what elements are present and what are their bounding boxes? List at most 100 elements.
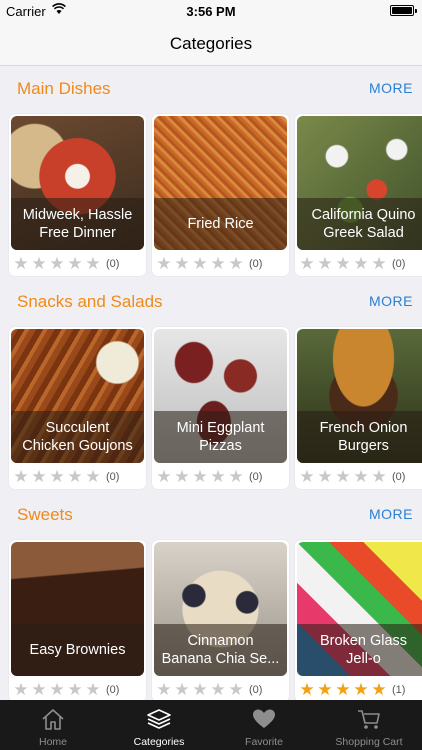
recipe-title: Easy Brownies	[11, 624, 144, 676]
section-header: Snacks and Salads MORE	[0, 279, 422, 323]
recipe-title: Midweek, Hassle Free Dinner	[11, 198, 144, 250]
star-rating: ★ ★ ★ ★ ★ (0)	[298, 254, 406, 273]
star-icon: ★	[371, 467, 387, 486]
cart-icon	[358, 710, 380, 729]
section-sweets: Sweets MORE Easy Brownies ★ ★ ★ ★ ★ (0) Cinn…	[0, 492, 422, 700]
star-icon: ★	[299, 680, 315, 699]
tab-categories[interactable]: Categories	[106, 700, 212, 750]
section-title: Sweets	[17, 505, 73, 524]
card-row: Midweek, Hassle Free Dinner ★ ★ ★ ★ ★ (0) Fr…	[9, 114, 422, 278]
star-icon: ★	[31, 254, 47, 273]
recipe-title: California Quino Greek Salad	[297, 198, 422, 250]
battery-icon	[390, 5, 417, 16]
more-button[interactable]: MORE	[369, 506, 413, 522]
recipe-image: Easy Brownies	[11, 542, 144, 676]
star-icon: ★	[13, 680, 29, 699]
recipe-card[interactable]: Easy Brownies ★ ★ ★ ★ ★ (0)	[9, 540, 146, 700]
star-icon: ★	[67, 467, 83, 486]
section-title: Snacks and Salads	[17, 292, 163, 311]
tab-home[interactable]: Home	[0, 700, 106, 750]
tab-label: Categories	[133, 736, 185, 748]
star-icon: ★	[371, 254, 387, 273]
star-icon: ★	[156, 680, 172, 699]
star-icon: ★	[299, 467, 315, 486]
star-icon: ★	[210, 467, 226, 486]
star-rating: ★ ★ ★ ★ ★ (0)	[298, 467, 406, 486]
rating-count: (0)	[392, 471, 406, 483]
layers-icon	[147, 709, 171, 729]
star-icon: ★	[228, 680, 244, 699]
section-header: Main Dishes MORE	[0, 66, 422, 110]
star-icon: ★	[371, 680, 387, 699]
star-icon: ★	[317, 254, 333, 273]
recipe-title: Broken Glass Jell-o	[297, 624, 422, 676]
clock: 3:56 PM	[186, 4, 236, 19]
tab-favorite[interactable]: Favorite	[211, 700, 317, 750]
recipe-image: Midweek, Hassle Free Dinner	[11, 116, 144, 250]
star-icon: ★	[13, 467, 29, 486]
rating-count: (0)	[106, 258, 120, 270]
star-icon: ★	[335, 254, 351, 273]
recipe-title: French Onion Burgers	[297, 411, 422, 463]
rating-count: (0)	[249, 258, 263, 270]
status-bar: Carrier 3:56 PM	[0, 0, 422, 22]
section-snacks-and-salads: Snacks and Salads MORE Succulent Chicken…	[0, 279, 422, 489]
recipe-title: Fried Rice	[154, 198, 287, 250]
star-icon: ★	[156, 467, 172, 486]
card-row: Succulent Chicken Goujons ★ ★ ★ ★ ★ (0) Mini…	[9, 327, 422, 491]
star-rating: ★ ★ ★ ★ ★ (0)	[12, 680, 119, 699]
recipe-card[interactable]: Midweek, Hassle Free Dinner ★ ★ ★ ★ ★ (0)	[9, 114, 146, 276]
recipe-title: Succulent Chicken Goujons	[11, 411, 144, 463]
recipe-image: Mini Eggplant Pizzas	[154, 329, 287, 463]
star-rating: ★ ★ ★ ★ ★ (0)	[155, 467, 263, 486]
star-icon: ★	[228, 254, 244, 273]
star-icon: ★	[317, 467, 333, 486]
rating-count: (1)	[392, 684, 406, 696]
rating-count: (0)	[249, 471, 263, 483]
star-icon: ★	[174, 680, 190, 699]
recipe-card[interactable]: Fried Rice ★ ★ ★ ★ ★ (0)	[152, 114, 289, 276]
star-icon: ★	[49, 254, 65, 273]
star-icon: ★	[192, 254, 208, 273]
recipe-card[interactable]: Broken Glass Jell-o ★ ★ ★ ★ ★ (1)	[295, 540, 422, 700]
recipe-image: French Onion Burgers	[297, 329, 422, 463]
star-icon: ★	[67, 680, 83, 699]
star-icon: ★	[210, 254, 226, 273]
rating-count: (0)	[106, 471, 120, 483]
category-list[interactable]: Main Dishes MORE Midweek, Hassle Free Di…	[0, 66, 422, 700]
recipe-card[interactable]: California Quino Greek Salad ★ ★ ★ ★ ★ (0)	[295, 114, 422, 276]
star-icon: ★	[49, 467, 65, 486]
recipe-image: Succulent Chicken Goujons	[11, 329, 144, 463]
section-header: Sweets MORE	[0, 492, 422, 536]
rating-count: (0)	[392, 258, 406, 270]
recipe-card[interactable]: Cinnamon Banana Chia Se... ★ ★ ★ ★ ★ (0)	[152, 540, 289, 700]
heart-icon	[253, 709, 275, 728]
recipe-card[interactable]: Succulent Chicken Goujons ★ ★ ★ ★ ★ (0)	[9, 327, 146, 489]
recipe-card[interactable]: Mini Eggplant Pizzas ★ ★ ★ ★ ★ (0)	[152, 327, 289, 489]
star-icon: ★	[317, 680, 333, 699]
star-rating: ★ ★ ★ ★ ★ (0)	[155, 254, 263, 273]
recipe-image: California Quino Greek Salad	[297, 116, 422, 250]
recipe-title: Cinnamon Banana Chia Se...	[154, 624, 287, 676]
star-icon: ★	[85, 680, 101, 699]
star-icon: ★	[335, 680, 351, 699]
star-icon: ★	[353, 467, 369, 486]
star-icon: ★	[31, 680, 47, 699]
star-icon: ★	[85, 254, 101, 273]
tab-shopping-cart[interactable]: Shopping Cart	[316, 700, 422, 750]
star-rating: ★ ★ ★ ★ ★ (1)	[298, 680, 406, 699]
star-rating: ★ ★ ★ ★ ★ (0)	[12, 467, 120, 486]
star-rating: ★ ★ ★ ★ ★ (0)	[155, 680, 262, 699]
star-icon: ★	[353, 254, 369, 273]
more-button[interactable]: MORE	[369, 80, 413, 96]
star-icon: ★	[156, 254, 172, 273]
star-icon: ★	[31, 467, 47, 486]
recipe-title: Mini Eggplant Pizzas	[154, 411, 287, 463]
recipe-image: Fried Rice	[154, 116, 287, 250]
star-icon: ★	[192, 680, 208, 699]
home-icon	[42, 709, 64, 730]
more-button[interactable]: MORE	[369, 293, 413, 309]
star-icon: ★	[228, 467, 244, 486]
recipe-card[interactable]: French Onion Burgers ★ ★ ★ ★ ★ (0)	[295, 327, 422, 489]
star-rating: ★ ★ ★ ★ ★ (0)	[12, 254, 120, 273]
